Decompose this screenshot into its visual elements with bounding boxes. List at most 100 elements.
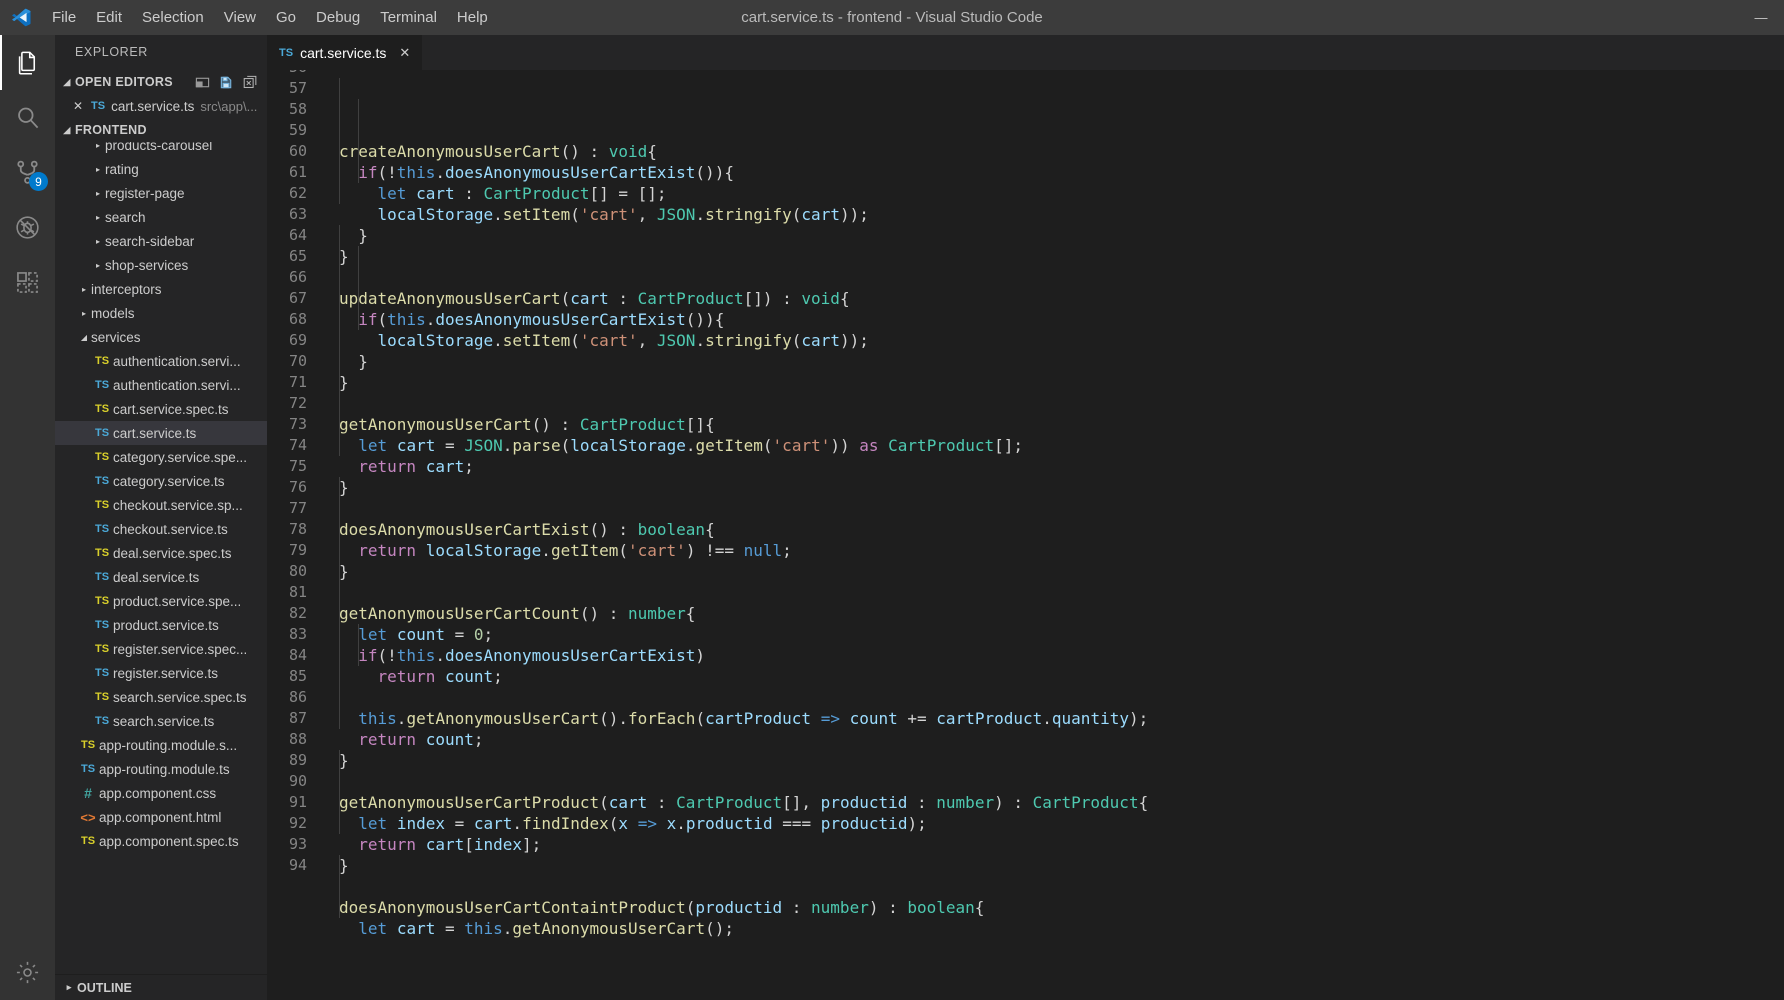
tree-item-label: interceptors	[91, 281, 162, 297]
tree-file[interactable]: TS app-routing.module.s...	[55, 733, 267, 757]
file-tree[interactable]: ▸ products-carousel ▸ rating ▸ register-page ▸…	[55, 142, 267, 974]
tree-file[interactable]: TS search.service.spec.ts	[55, 685, 267, 709]
menu-selection[interactable]: Selection	[132, 0, 214, 35]
tree-file[interactable]: TS category.service.spe...	[55, 445, 267, 469]
typescript-file-icon: TS	[94, 379, 110, 391]
tree-item-label: checkout.service.sp...	[113, 497, 243, 513]
chevron-right-icon: ▸	[95, 260, 100, 270]
tree-file[interactable]: TS checkout.service.ts	[55, 517, 267, 541]
menu-terminal[interactable]: Terminal	[370, 0, 447, 35]
activity-extensions[interactable]	[0, 255, 55, 310]
tree-folder[interactable]: ▸ search-sidebar	[55, 229, 267, 253]
tree-file[interactable]: TS app.component.spec.ts	[55, 829, 267, 853]
gear-icon	[14, 959, 41, 986]
tree-file[interactable]: TS product.service.spe...	[55, 589, 267, 613]
code-line: }	[339, 751, 349, 770]
line-number: 94	[288, 856, 307, 874]
tree-folder[interactable]: ◢ services	[55, 325, 267, 349]
code-line: }	[339, 373, 349, 392]
tree-item-label: rating	[105, 161, 139, 177]
tree-folder[interactable]: ▸ register-page	[55, 181, 267, 205]
tree-item-label: authentication.servi...	[113, 353, 241, 369]
tab-close-icon[interactable]: ✕	[399, 45, 410, 61]
menu-debug[interactable]: Debug	[306, 0, 370, 35]
tree-file[interactable]: TS deal.service.ts	[55, 565, 267, 589]
outline-header[interactable]: ▸ OUTLINE	[55, 974, 267, 1000]
chevron-right-icon: ▸	[95, 164, 100, 174]
activity-debug[interactable]	[0, 200, 55, 255]
css-file-icon: #	[84, 785, 92, 801]
tree-folder[interactable]: ▸ shop-services	[55, 253, 267, 277]
activity-explorer[interactable]	[0, 35, 55, 90]
line-number: 83	[288, 625, 307, 643]
line-number-gutter: 5657 58 59 60 61 62 63 64 65 66 67 68 69 70 71 72 73 74 75…	[267, 70, 329, 1000]
open-editors-header[interactable]: ◢ OPEN EDITORS	[55, 70, 267, 94]
tree-file[interactable]: TS authentication.servi...	[55, 373, 267, 397]
activity-source-control[interactable]: 9	[0, 145, 55, 200]
typescript-file-icon: TS	[80, 763, 96, 775]
chevron-down-icon: ◢	[63, 76, 71, 87]
tree-folder[interactable]: ▸ search	[55, 205, 267, 229]
tree-file[interactable]: TS cart.service.ts	[55, 421, 267, 445]
tab-cart-service-ts[interactable]: TS cart.service.ts ✕	[267, 35, 424, 70]
menu-edit[interactable]: Edit	[86, 0, 132, 35]
line-number: 84	[288, 646, 307, 664]
menu-view[interactable]: View	[214, 0, 266, 35]
tree-file[interactable]: TS product.service.ts	[55, 613, 267, 637]
tree-item-label: checkout.service.ts	[113, 521, 228, 537]
tree-folder[interactable]: ▸ products-carousel	[55, 142, 267, 157]
typescript-file-icon: TS	[94, 619, 110, 631]
tree-file[interactable]: <> app.component.html	[55, 805, 267, 829]
tree-file[interactable]: TS checkout.service.sp...	[55, 493, 267, 517]
activity-spacer	[0, 310, 55, 945]
tree-file[interactable]: TS deal.service.spec.ts	[55, 541, 267, 565]
tree-folder[interactable]: ▸ rating	[55, 157, 267, 181]
open-editors-actions	[193, 73, 267, 91]
tree-file[interactable]: TS cart.service.spec.ts	[55, 397, 267, 421]
line-number: 87	[288, 709, 307, 727]
tree-file[interactable]: TS authentication.servi...	[55, 349, 267, 373]
chevron-right-icon: ▸	[95, 236, 100, 246]
line-number: 82	[288, 604, 307, 622]
activity-settings[interactable]	[0, 945, 55, 1000]
tree-file[interactable]: TS app-routing.module.ts	[55, 757, 267, 781]
new-file-icon[interactable]	[193, 73, 211, 91]
activity-search[interactable]	[0, 90, 55, 145]
menu-help[interactable]: Help	[447, 0, 498, 35]
open-editor-item[interactable]: ✕ TS cart.service.ts src\app\...	[55, 94, 267, 118]
close-icon[interactable]: ✕	[73, 99, 85, 113]
typescript-spec-file-icon: TS	[94, 499, 110, 511]
typescript-spec-file-icon: TS	[94, 451, 110, 463]
source-code[interactable]: createAnonymousUserCart() : void{ if(!th…	[329, 70, 1784, 1000]
typescript-spec-file-icon: TS	[94, 643, 110, 655]
tree-file[interactable]: TS category.service.ts	[55, 469, 267, 493]
line-number: 92	[288, 814, 307, 832]
code-line: this.getAnonymousUserCart().forEach(cart…	[358, 709, 1149, 728]
tree-item-label: search.service.spec.ts	[113, 689, 247, 705]
typescript-file-icon: TS	[94, 715, 110, 727]
menu-go[interactable]: Go	[266, 0, 306, 35]
close-all-editors-icon[interactable]	[241, 73, 259, 91]
tree-folder[interactable]: ▸ interceptors	[55, 277, 267, 301]
menu-file[interactable]: File	[42, 0, 86, 35]
workspace-header[interactable]: ◢ FRONTEND	[55, 118, 267, 142]
typescript-file-icon: TS	[94, 427, 110, 439]
tree-file[interactable]: # app.component.css	[55, 781, 267, 805]
code-editor[interactable]: 5657 58 59 60 61 62 63 64 65 66 67 68 69 70 71 72 73 74 75…	[267, 70, 1784, 1000]
code-line: updateAnonymousUserCart(cart : CartProdu…	[339, 289, 850, 308]
sidebar-title: EXPLORER	[75, 45, 148, 59]
tree-file[interactable]: TS register.service.ts	[55, 661, 267, 685]
tree-file[interactable]: TS search.service.ts	[55, 709, 267, 733]
tree-item-label: authentication.servi...	[113, 377, 241, 393]
tree-file[interactable]: TS register.service.spec...	[55, 637, 267, 661]
chevron-right-icon: ▸	[95, 142, 100, 150]
line-number: 93	[288, 835, 307, 853]
code-line: localStorage.setItem('cart', JSON.string…	[377, 205, 869, 224]
line-number: 89	[288, 751, 307, 769]
tree-folder[interactable]: ▸ models	[55, 301, 267, 325]
code-line: }	[339, 478, 349, 497]
minimize-button[interactable]: —	[1738, 0, 1784, 35]
save-all-icon[interactable]	[217, 73, 235, 91]
